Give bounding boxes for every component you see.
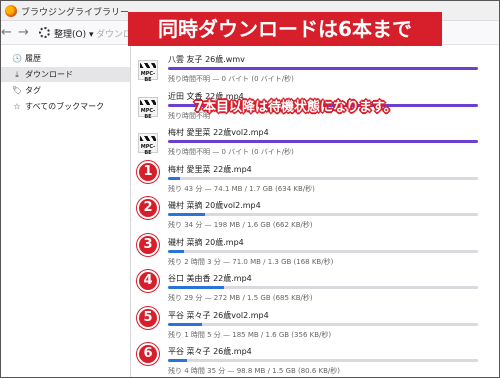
sidebar: 🕓 履歴 ⤓ ダウンロード 🏷 タグ ☆ すべてのブックマーク: [1, 46, 131, 377]
mpc-be-file-icon: MPC-BE: [138, 60, 158, 83]
number-badge: 4: [137, 270, 159, 292]
download-item[interactable]: 磯村 菜摘 20歳.mp4 残り 2 時間 3 分 — 71.0 MB / 1.3…: [132, 235, 499, 272]
download-item[interactable]: 平谷 菜々子 26歳vol2.mp4 残り 1 時間 5 分 — 185 MB /…: [132, 308, 499, 345]
search-input[interactable]: ダウンロ: [96, 27, 132, 40]
download-item[interactable]: 谷口 美由香 22歳.mp4 残り 29 分 — 272 MB / 1.5 GB …: [132, 271, 499, 308]
download-filename: 磯村 菜摘 20歳.mp4: [168, 237, 244, 247]
gear-icon[interactable]: [39, 27, 50, 38]
file-icon-label: MPC-BE: [140, 107, 156, 120]
firefox-icon: [5, 5, 17, 17]
download-status: 残り 4 時間 35 分 — 98.8 MB / 1.5 GB (80.6 KB…: [168, 367, 341, 375]
download-progress-fill: [168, 67, 478, 70]
download-icon: ⤓: [15, 70, 19, 79]
download-filename: 八雲 友子 26歳.wmv: [168, 55, 245, 64]
number-badge: 3: [137, 233, 159, 256]
download-filename: 磯村 菜摘 20歳vol2.mp4: [168, 201, 261, 210]
back-arrow-icon[interactable]: ←: [1, 25, 12, 40]
download-progress-bar: [168, 213, 478, 216]
download-status: 残り時間不明 — 0 バイト (0 バイト/秒): [168, 75, 294, 83]
download-item[interactable]: 平谷 菜々子 26歳.mp4 残り 4 時間 35 分 — 98.8 MB / 1…: [132, 344, 499, 377]
download-filename: 梅村 愛里菜 22歳vol2.mp4: [168, 128, 269, 137]
download-progress-bar: [168, 67, 478, 70]
sidebar-item-label: すべてのブックマーク: [25, 102, 105, 111]
sidebar-item[interactable]: 🕓 履歴: [1, 51, 130, 66]
download-status: 残り 2 時間 3 分 — 71.0 MB / 1.3 GB (168 KB/秒…: [168, 257, 334, 266]
forward-arrow-icon[interactable]: →: [18, 25, 29, 40]
download-progress-bar: [168, 249, 478, 253]
download-status: 残り 29 分 — 272 MB / 1.5 GB (685 KB/秒): [168, 294, 313, 302]
download-filename: 梅村 愛里菜 22歳.mp4: [168, 164, 252, 174]
headline-banner: 同時ダウンロードは6本まで: [128, 12, 442, 46]
number-badge: 1: [137, 160, 159, 183]
download-item[interactable]: 梅村 愛里菜 22歳.mp4 残り 43 分 — 74.1 MB / 1.7 GB…: [132, 162, 499, 199]
download-progress-fill: [168, 359, 187, 362]
sidebar-item[interactable]: ⤓ ダウンロード: [1, 67, 130, 82]
sidebar-item[interactable]: 🏷 タグ: [1, 83, 130, 98]
window-title: ブラウジングライブラリー: [21, 8, 130, 18]
download-filename: 平谷 菜々子 26歳vol2.mp4: [168, 310, 269, 320]
download-item[interactable]: 磯村 菜摘 20歳vol2.mp4 残り 34 分 — 198 MB / 1.6 …: [132, 198, 499, 235]
star-icon: ☆: [13, 102, 21, 111]
download-status: 残り 1 時間 5 分 — 185 MB / 1.6 GB (356 KB/秒): [168, 330, 332, 339]
download-progress-bar: [168, 140, 478, 143]
sidebar-item[interactable]: ☆ すべてのブックマーク: [1, 99, 130, 114]
annotation-note: 7本目以降は待機状態になります。: [194, 100, 397, 115]
number-badge: 2: [137, 197, 159, 219]
mpc-be-file-icon: MPC-BE: [138, 133, 158, 156]
download-progress-fill: [168, 249, 184, 253]
sidebar-item-label: 履歴: [25, 54, 41, 63]
download-progress-fill: [168, 176, 181, 180]
download-progress-bar: [168, 359, 478, 362]
sidebar-item-label: ダウンロード: [25, 70, 73, 79]
clock-icon: 🕓: [12, 54, 22, 63]
download-progress-fill: [168, 140, 478, 143]
download-status: 残り時間不明 — 0 バイト (0 バイト/秒): [168, 148, 294, 156]
download-status: 残り 34 分 — 198 MB / 1.6 GB (662 KB/秒): [168, 221, 313, 229]
download-progress-bar: [168, 176, 478, 180]
download-progress-fill: [168, 322, 203, 326]
number-badge: 6: [137, 343, 159, 365]
download-item[interactable]: MPC-BE 八雲 友子 26歳.wmv 残り時間不明 — 0 バイト (0 バイト…: [132, 52, 499, 89]
download-progress-fill: [168, 213, 206, 216]
download-item[interactable]: MPC-BE 梅村 愛里菜 22歳vol2.mp4 残り時間不明 — 0 バイト (…: [132, 125, 499, 162]
file-icon-label: MPC-BE: [140, 144, 156, 156]
mpc-be-file-icon: MPC-BE: [138, 96, 158, 120]
download-filename: 谷口 美由香 22歳.mp4: [168, 274, 252, 283]
download-progress-bar: [168, 286, 478, 289]
download-progress-fill: [168, 286, 224, 289]
download-progress-bar: [168, 322, 478, 326]
file-icon-label: MPC-BE: [140, 71, 156, 83]
sidebar-item-label: タグ: [25, 86, 41, 95]
number-badge: 5: [137, 306, 159, 329]
download-status: 残り 43 分 — 74.1 MB / 1.7 GB (634 KB/秒): [168, 184, 315, 193]
organize-menu-button[interactable]: 整理(O) ▾: [54, 27, 94, 40]
library-window: ブラウジングライブラリー ← → 整理(O) ▾ ダウンロ 🕓 履歴 ⤓ ダウンロード…: [0, 0, 500, 378]
tag-icon: 🏷: [11, 86, 23, 95]
download-filename: 平谷 菜々子 26歳.mp4: [168, 347, 252, 356]
